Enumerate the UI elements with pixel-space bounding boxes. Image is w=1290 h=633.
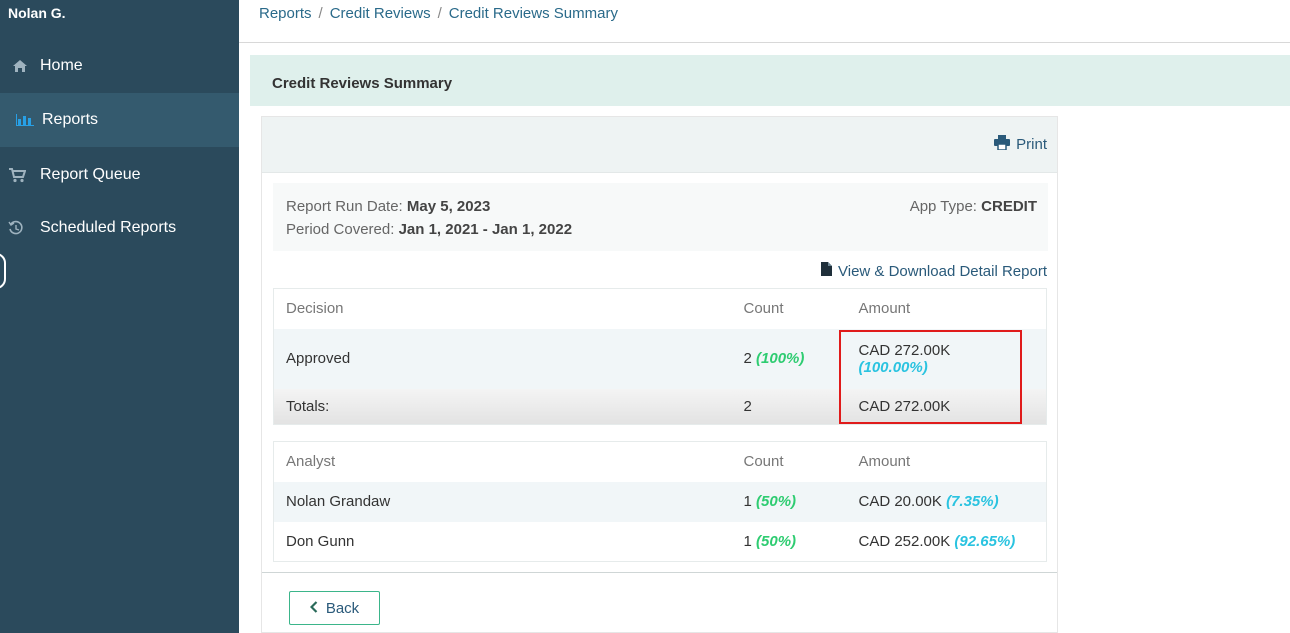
header-count: Count <box>731 441 847 482</box>
sidebar-item-report-queue[interactable]: Report Queue <box>0 148 239 202</box>
breadcrumb-current: Credit Reviews Summary <box>448 5 618 22</box>
period-value: Jan 1, 2021 - Jan 1, 2022 <box>398 221 573 238</box>
count-cell: 1 (50%) <box>732 522 847 562</box>
totals-count: 2 <box>731 388 847 425</box>
bar-chart-icon <box>16 114 42 126</box>
amount-value: CAD 20.00K <box>858 493 942 510</box>
sidebar-item-scheduled-reports[interactable]: Scheduled Reports <box>0 201 239 255</box>
report-meta: Report Run Date: May 5, 2023 Period Cove… <box>273 183 1048 251</box>
back-button[interactable]: Back <box>289 591 380 625</box>
app-type-value: CREDIT <box>981 198 1037 215</box>
page-title: Credit Reviews Summary <box>272 75 453 92</box>
chevron-left-icon <box>309 600 318 617</box>
amount-cell: CAD 20.00K (7.35%) <box>847 482 1047 522</box>
card-divider <box>262 572 1057 573</box>
sidebar-item-label: Scheduled Reports <box>40 219 177 236</box>
file-icon <box>821 262 832 280</box>
count-cell: 1 (50%) <box>732 482 847 522</box>
sidebar-item-label: Home <box>40 57 83 74</box>
table-row: Nolan Grandaw 1 (50%) CAD 20.00K (7.35%) <box>273 481 1047 522</box>
header-amount: Amount <box>846 441 1047 482</box>
app-type-label: App Type: <box>909 198 977 215</box>
breadcrumb: Reports / Credit Reviews / Credit Reviews Su… <box>259 5 618 22</box>
amount-cell: CAD 252.00K (92.65%) <box>847 522 1047 562</box>
count-percent: (100%) <box>756 350 805 367</box>
header-analyst: Analyst <box>273 441 732 482</box>
panel-header: Credit Reviews Summary <box>250 55 1290 106</box>
printer-icon <box>994 135 1011 154</box>
header-decision: Decision <box>273 288 732 329</box>
breadcrumb-separator: / <box>318 5 323 22</box>
detail-link-label: View & Download Detail Report <box>838 262 1047 280</box>
amount-percent: (7.35%) <box>946 493 999 510</box>
table-row: Don Gunn 1 (50%) CAD 252.00K (92.65%) <box>273 521 1047 562</box>
header-amount: Amount <box>846 288 1047 329</box>
count-percent: (50%) <box>756 532 797 550</box>
back-label: Back <box>325 599 360 617</box>
count-value: 1 <box>743 532 752 550</box>
home-icon <box>12 59 38 73</box>
amount-percent: (92.65%) <box>954 532 1016 550</box>
breadcrumb-separator: / <box>437 5 442 22</box>
breadcrumb-reports[interactable]: Reports <box>259 5 312 22</box>
sidebar-item-label: Reports <box>42 111 99 128</box>
header-divider <box>239 42 1290 43</box>
amount-value: CAD 252.00K <box>858 532 951 550</box>
header-count: Count <box>731 288 847 329</box>
print-label: Print <box>1016 136 1047 153</box>
decision-cell: Approved <box>286 350 351 367</box>
table-header-row: Decision Count Amount <box>273 288 1047 329</box>
table-header-row: Analyst Count Amount <box>273 441 1047 482</box>
totals-label: Totals: <box>273 388 732 425</box>
user-name: Nolan G. <box>8 5 66 21</box>
view-download-detail-link[interactable]: View & Download Detail Report <box>821 262 1047 280</box>
count-percent: (50%) <box>756 493 797 510</box>
cart-icon <box>8 167 34 183</box>
count-cell: 2 (100%) <box>732 329 847 389</box>
period-covered: Period Covered: Jan 1, 2021 - Jan 1, 202… <box>286 221 572 238</box>
analyst-table: Analyst Count Amount Nolan Grandaw 1 (50… <box>273 441 1047 562</box>
sidebar-item-label: Report Queue <box>40 166 141 183</box>
sidebar-item-home[interactable]: Home <box>0 39 239 93</box>
period-label: Period Covered: <box>286 221 395 238</box>
report-run-date: Report Run Date: May 5, 2023 <box>286 198 490 215</box>
highlight-annotation <box>839 330 1022 424</box>
analyst-cell: Don Gunn <box>286 532 355 550</box>
print-button[interactable]: Print <box>994 135 1047 154</box>
history-icon <box>8 220 34 236</box>
breadcrumb-credit-reviews[interactable]: Credit Reviews <box>330 5 431 22</box>
sidebar-collapse-handle[interactable] <box>0 253 6 289</box>
count-value: 2 <box>743 350 752 367</box>
run-date-label: Report Run Date: <box>286 198 403 215</box>
sidebar: Nolan G. Home Reports Report Queue Sched… <box>0 0 239 633</box>
sidebar-item-reports[interactable]: Reports <box>0 93 239 147</box>
count-value: 1 <box>743 493 752 510</box>
card-toolbar: Print <box>262 117 1057 173</box>
analyst-cell: Nolan Grandaw <box>286 493 391 510</box>
app-type: App Type: CREDIT <box>910 198 1037 215</box>
run-date-value: May 5, 2023 <box>406 198 491 215</box>
